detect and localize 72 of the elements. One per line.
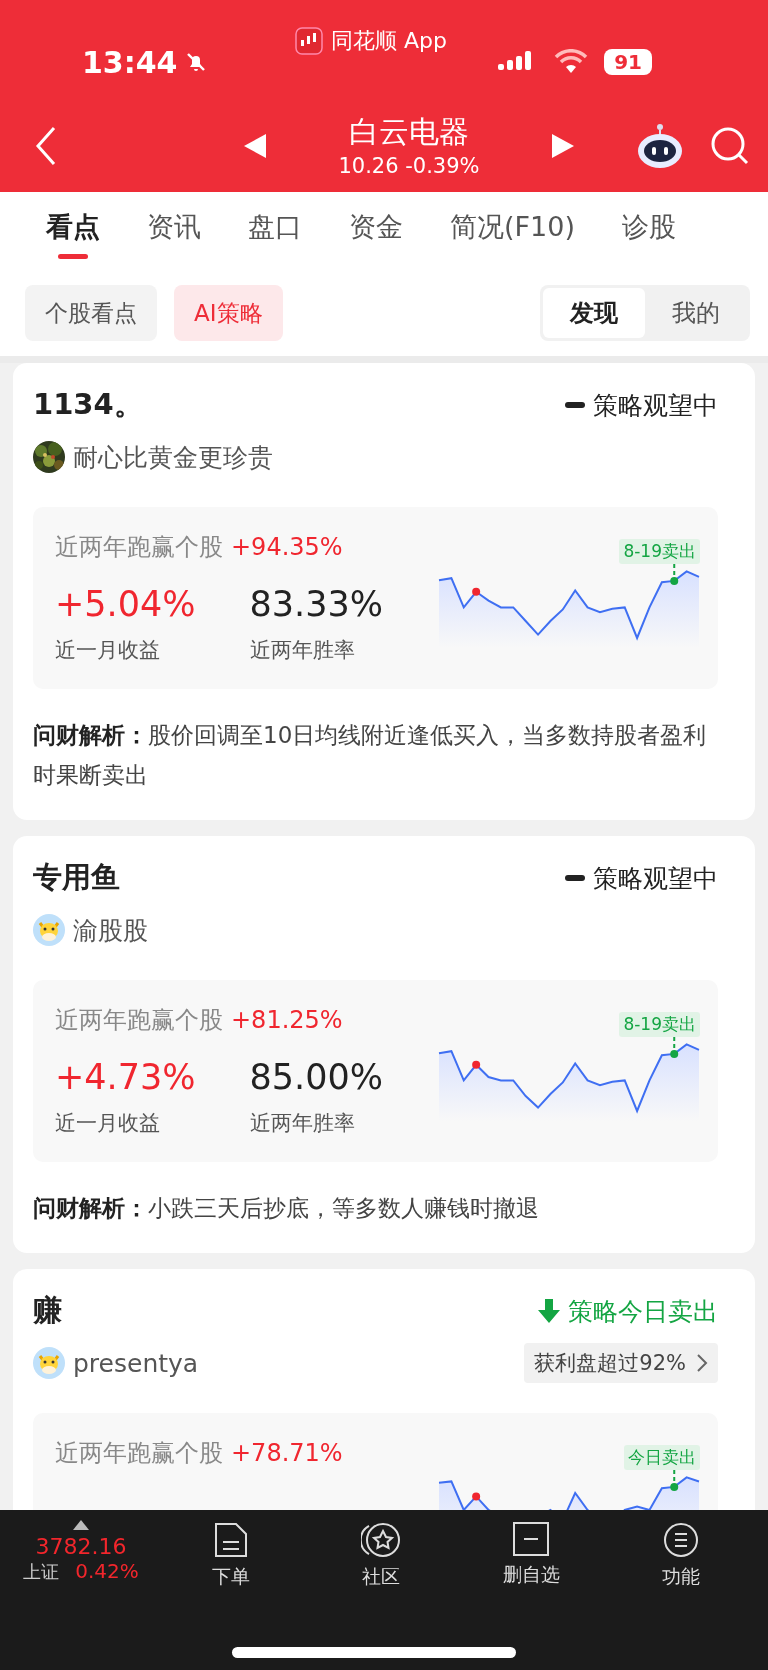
star-badge-icon [361,1522,401,1558]
up-triangle-icon [73,1520,89,1530]
tab[interactable]: 诊股 [621,203,676,259]
wifi-icon [554,49,589,75]
outperform-value: +78.71% [231,1439,343,1467]
outperform-label: 近两年跑赢个股 [55,1005,223,1036]
stock-quote: 10.26 -0.39% [338,153,480,180]
author-name[interactable]: 渝股股 [73,913,148,947]
strategy-status: 策略今日卖出 [568,1295,718,1328]
chevron-right-icon [696,1353,708,1373]
tab[interactable]: 资讯 [147,203,201,259]
stock-name: 白云电器 [349,113,469,151]
index-name: 上证 [23,1560,60,1584]
search-icon[interactable] [710,126,750,166]
author-name[interactable]: presentya [73,1348,199,1378]
sell-signal-label: 8-19卖出 [619,539,700,564]
robot-icon[interactable] [636,123,684,169]
stat-label: 近一月收益 [55,637,161,664]
status-time: 13:44 [82,44,178,80]
app-name: 同花顺 App [331,27,447,55]
stat-value: 83.33% [249,583,383,626]
stat-label: 近两年胜率 [249,1110,356,1137]
author-name[interactable]: 耐心比黄金更珍贵 [73,440,273,474]
outperform-value: +94.35% [231,533,343,561]
dash-icon [565,875,585,881]
bottom-bar-button[interactable]: 社区 [306,1520,456,1590]
filter-chip[interactable]: 个股看点 [25,285,157,341]
tab[interactable]: 看点 [46,203,100,259]
stat-value: 85.00% [249,1056,383,1099]
dash-icon [565,402,585,408]
segment-tab[interactable]: 发现 [543,288,645,338]
bottom-bar-button[interactable]: 功能 [606,1520,756,1590]
strategy-title: 1134。 [33,386,143,423]
filter-chip[interactable]: AI策略 [174,285,283,341]
strategy-card[interactable]: 赚 策略今日卖出 presentya 获利盘超过92% 近两年跑赢个股 +78.71% 今日卖出 [13,1269,755,1510]
analysis-text: 问财解析：股价回调至10日均线附近逢低买入，当多数持股者盈利时果断卖出 [33,721,708,790]
strategy-status: 策略观望中 [593,862,718,895]
outperform-label: 近两年跑赢个股 [55,532,223,563]
back-icon[interactable] [34,126,58,166]
battery-icon: 91 [604,49,652,75]
document-icon [214,1522,248,1558]
outperform-value: +81.25% [231,1006,343,1034]
tab[interactable]: 盘口 [248,203,302,259]
next-stock-icon[interactable] [552,134,574,158]
bottom-bar-button[interactable]: 删自选 [456,1520,606,1588]
cow-avatar-icon [33,914,65,946]
bottom-bar-button[interactable]: 下单 [156,1520,306,1590]
profit-badge[interactable]: 获利盘超过92% [524,1343,718,1383]
strategy-title: 赚 [33,1292,62,1329]
tab[interactable]: 资金 [349,203,403,259]
stat-value: +5.04% [55,583,196,626]
strategy-title: 专用鱼 [33,859,120,896]
previous-stock-icon[interactable] [244,134,266,158]
menu-icon [663,1522,699,1558]
stat-value: +4.73% [55,1056,196,1099]
sell-signal-label: 今日卖出 [624,1445,700,1470]
app-logo-icon [295,27,323,55]
sell-signal-label: 8-19卖出 [619,1012,700,1037]
strategy-card[interactable]: 专用鱼 策略观望中 渝股股 近两年跑赢个股 +81.25% +4.73% 近一月收益 85.00% 近两年胜率 8-19卖出 问财解析：小跌三天后抄底，等多数人赚钱时撤退 [13,836,755,1253]
tab[interactable]: 简况(F10) [450,203,575,259]
minus-square-icon [513,1522,549,1556]
stat-label: 近两年胜率 [249,637,356,664]
stat-label: 近一月收益 [55,1110,161,1137]
strategy-status: 策略观望中 [593,389,718,422]
outperform-label: 近两年跑赢个股 [55,1438,223,1469]
strategy-card[interactable]: 1134。 策略观望中 耐心比黄金更珍贵 近两年跑赢个股 +94.35% +5.04% 近一月收益 83.33% 近两年胜率 8-19卖出 问财解析：股价回调至10日均线附近逢低买入，当多数持股者盈利时果断卖出 [13,363,755,820]
segment-tab[interactable]: 我的 [645,288,747,338]
down-arrow-icon [538,1299,560,1323]
index-change: 0.42% [75,1559,139,1583]
analysis-text: 问财解析：小跌三天后抄底，等多数人赚钱时撤退 [33,1194,540,1223]
cow-avatar-icon [33,1347,65,1379]
index-value: 3782.16 [35,1534,127,1559]
